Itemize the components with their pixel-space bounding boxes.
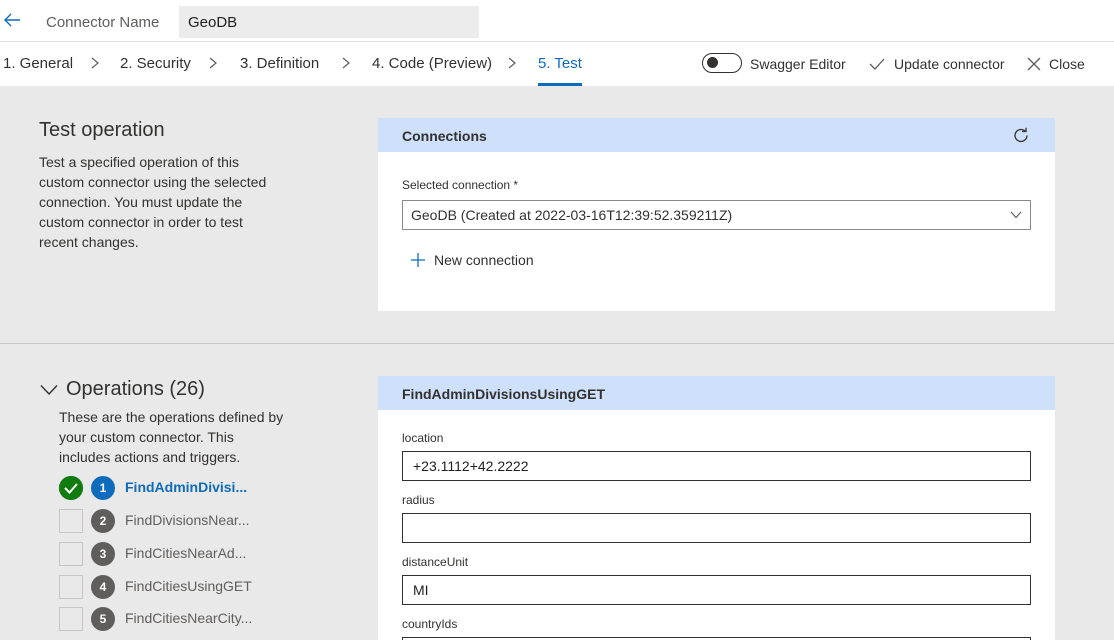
toggle-knob (707, 57, 718, 68)
operation-name[interactable]: FindCitiesUsingGET (125, 578, 252, 594)
test-operation-title: Test operation (39, 119, 165, 141)
operation-name[interactable]: FindAdminDivisi... (125, 479, 247, 495)
operations-description: These are the operations defined by your… (59, 409, 284, 465)
new-connection-button[interactable]: New connection (410, 250, 534, 270)
swagger-editor-toggle[interactable] (702, 53, 742, 73)
update-connector-label: Update connector (894, 56, 1005, 72)
operation-name[interactable]: FindDivisionsNear... (125, 512, 250, 528)
operation-checkbox[interactable] (59, 542, 83, 566)
operation-item[interactable]: 3 FindCitiesNearAd... (59, 541, 319, 567)
chevron-right-icon (91, 57, 99, 69)
operation-item[interactable]: 5 FindCitiesNearCity... (59, 606, 319, 632)
connections-title: Connections (402, 128, 487, 144)
close-label: Close (1049, 56, 1085, 72)
swagger-editor-label: Swagger Editor (750, 56, 846, 72)
param-country-ids-label: countryIds (402, 617, 458, 631)
refresh-icon[interactable] (1013, 127, 1029, 143)
operation-checkbox[interactable] (59, 509, 83, 533)
operation-checkbox[interactable] (59, 575, 83, 599)
operation-number-badge: 3 (91, 542, 115, 566)
operation-number-badge: 2 (91, 509, 115, 533)
test-passed-check[interactable] (59, 476, 83, 500)
tab-security[interactable]: 2. Security (120, 55, 191, 72)
connections-header: Connections (378, 118, 1055, 152)
active-tab-indicator (538, 83, 582, 86)
tab-test[interactable]: 5. Test (538, 55, 582, 72)
close-icon (1027, 57, 1041, 71)
chevron-right-icon (209, 57, 217, 69)
operations-title: Operations (26) (66, 378, 205, 400)
chevron-down-icon (1010, 211, 1022, 219)
param-distance-unit-input[interactable] (402, 575, 1031, 605)
param-radius-label: radius (402, 493, 435, 507)
selected-connection-dropdown[interactable]: GeoDB (Created at 2022-03-16T12:39:52.35… (402, 200, 1031, 230)
operation-number-badge: 1 (91, 476, 115, 500)
close-button[interactable]: Close (1027, 54, 1085, 74)
checkmark-icon (869, 58, 885, 70)
operation-panel-header: FindAdminDivisionsUsingGET (378, 376, 1055, 410)
operation-number-badge: 4 (91, 575, 115, 599)
selected-connection-label: Selected connection * (402, 178, 519, 192)
chevron-down-icon (40, 384, 58, 395)
connections-card: Connections Selected connection * GeoDB … (378, 118, 1055, 311)
connector-name-input[interactable] (179, 6, 479, 38)
tab-general[interactable]: 1. General (3, 55, 73, 72)
tab-definition[interactable]: 3. Definition (240, 55, 319, 72)
operation-name[interactable]: FindCitiesNearAd... (125, 545, 246, 561)
operation-item[interactable]: 4 FindCitiesUsingGET (59, 574, 319, 600)
new-connection-label: New connection (434, 252, 534, 268)
param-location-input[interactable] (402, 451, 1031, 481)
back-arrow-icon[interactable] (2, 10, 22, 30)
section-divider (0, 343, 1114, 344)
tab-code-preview[interactable]: 4. Code (Preview) (372, 55, 492, 72)
operations-collapse-toggle[interactable]: Operations (26) (40, 378, 205, 401)
param-location-label: location (402, 431, 444, 445)
operation-item[interactable]: 1 FindAdminDivisi... (59, 475, 319, 501)
chevron-right-icon (508, 57, 516, 69)
operation-name[interactable]: FindCitiesNearCity... (125, 610, 252, 626)
param-radius-input[interactable] (402, 513, 1031, 543)
connector-name-label: Connector Name (46, 14, 160, 31)
operation-panel-title: FindAdminDivisionsUsingGET (402, 386, 606, 402)
header-bar: Connector Name (0, 0, 1114, 42)
param-distance-unit-label: distanceUnit (402, 555, 469, 569)
chevron-right-icon (342, 57, 350, 69)
test-operation-description: Test a specified operation of this custo… (39, 154, 267, 250)
wizard-nav: 1. General 2. Security 3. Definition 4. … (0, 42, 1114, 86)
update-connector-button[interactable]: Update connector (868, 54, 1005, 74)
operation-item[interactable]: 2 FindDivisionsNear... (59, 508, 319, 534)
selected-connection-value: GeoDB (Created at 2022-03-16T12:39:52.35… (411, 207, 733, 223)
operation-checkbox[interactable] (59, 607, 83, 631)
operation-number-badge: 5 (91, 607, 115, 631)
checkmark-icon (64, 483, 78, 494)
operation-parameters-card: FindAdminDivisionsUsingGET location radi… (378, 376, 1055, 640)
plus-icon (411, 253, 425, 267)
